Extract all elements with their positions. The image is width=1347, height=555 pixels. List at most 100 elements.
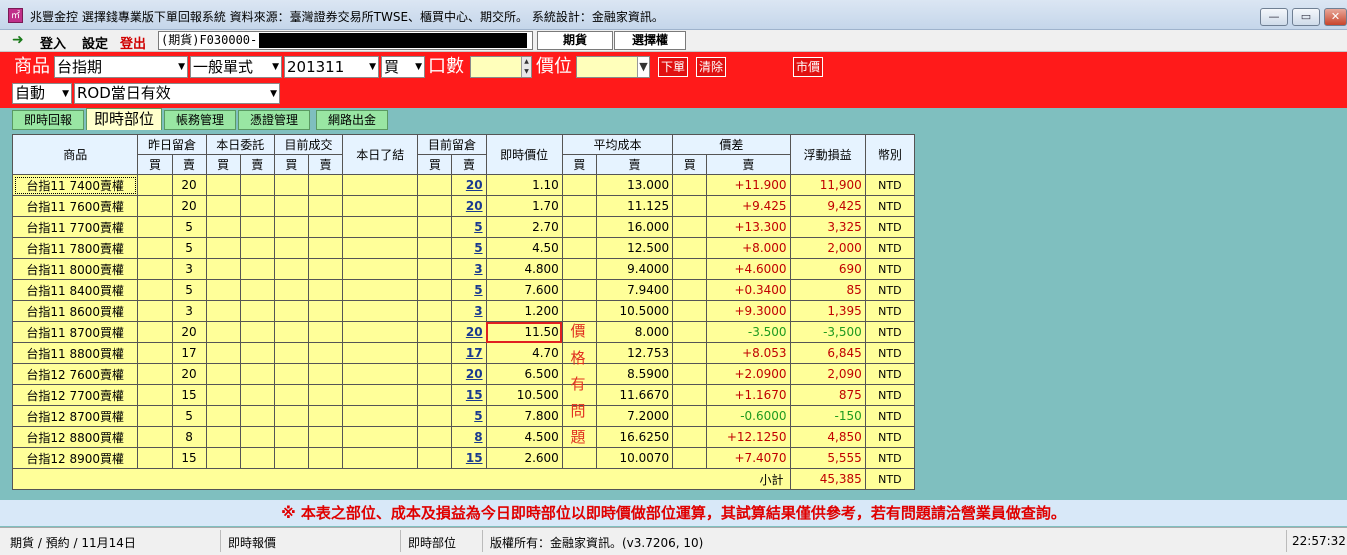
currency-cell: NTD (864, 279, 916, 301)
product-select[interactable]: 台指期 ▼ (54, 56, 188, 78)
price-label: 價位 (536, 56, 572, 77)
chevron-down-icon[interactable]: ▼ (637, 57, 649, 77)
product-cell[interactable]: 台指12 8800買權 (11, 426, 139, 448)
prev-buy-cell (137, 447, 173, 469)
order-type-select[interactable]: 一般單式 ▼ (190, 56, 282, 78)
login-menu[interactable]: 登入 (40, 33, 66, 52)
order-sell-cell (239, 384, 275, 406)
table-row[interactable]: 台指12 8900買權 15 15 2.600 10.0070 +7.4070 5,555 N… (11, 447, 916, 469)
table-row[interactable]: 台指11 8400買權 5 5 7.600 7.9400 +0.3400 85 NTD (11, 279, 916, 301)
pos-sell-cell[interactable]: 5 (451, 216, 487, 238)
order-buy-cell (205, 216, 241, 238)
tab-realtime-position[interactable]: 即時部位 (86, 108, 162, 130)
tab-realtime-report[interactable]: 即時回報 (12, 110, 84, 130)
table-row[interactable]: 台指11 8000賣權 3 3 4.800 9.4000 +4.6000 690 NTD (11, 258, 916, 280)
order-sell-cell (239, 321, 275, 343)
maximize-button[interactable]: ▭ (1292, 8, 1320, 26)
mode-select[interactable]: 自動 ▼ (12, 83, 72, 104)
fill-buy-cell (273, 279, 309, 301)
spinner-arrows-icon[interactable]: ▲ ▼ (521, 57, 531, 77)
price-cell: 11.50 (485, 321, 563, 343)
tab-account[interactable]: 帳務管理 (164, 110, 236, 130)
cost-buy-cell (561, 237, 597, 259)
time-in-force-select[interactable]: ROD當日有效 ▼ (74, 83, 280, 104)
table-row[interactable]: 台指12 8700買權 5 5 7.800 7.2000 -0.6000 -150 NTD (11, 405, 916, 427)
prev-buy-cell (137, 300, 173, 322)
pos-sell-cell[interactable]: 5 (451, 279, 487, 301)
table-row[interactable]: 台指12 7700賣權 15 15 10.500 11.6670 +1.1670 875 NT… (11, 384, 916, 406)
header-sell: 賣 (706, 154, 791, 175)
pos-sell-cell[interactable]: 15 (451, 384, 487, 406)
account-select[interactable]: (期貨)F030000- ▼ (158, 31, 533, 50)
header-product[interactable]: 商品 (11, 134, 139, 175)
pos-sell-cell[interactable]: 20 (451, 321, 487, 343)
side-select[interactable]: 買 ▼ (381, 56, 425, 78)
fill-sell-cell (307, 426, 344, 448)
pos-sell-cell[interactable]: 8 (451, 426, 487, 448)
product-cell[interactable]: 台指12 7700賣權 (11, 384, 139, 406)
product-cell[interactable]: 台指11 8600買權 (11, 300, 139, 322)
close-button[interactable]: ✕ (1324, 8, 1347, 26)
quantity-input[interactable]: ▲ ▼ (470, 56, 532, 78)
table-row[interactable]: 台指12 7600賣權 20 20 6.500 8.5900 +2.0900 2,090 NT… (11, 363, 916, 385)
table-row[interactable]: 台指11 7800賣權 5 5 4.50 12.500 +8.000 2,000 NTD (11, 237, 916, 259)
place-order-button[interactable]: 下單 (658, 57, 689, 77)
pos-sell-cell[interactable]: 3 (451, 300, 487, 322)
header-sell: 賣 (171, 154, 207, 175)
product-cell[interactable]: 台指12 7600賣權 (11, 363, 139, 385)
table-row[interactable]: 台指11 8600買權 3 3 1.200 10.5000 +9.3000 1,395 NTD (11, 300, 916, 322)
prev-sell-cell: 5 (171, 216, 207, 238)
pos-buy-cell (417, 216, 453, 238)
product-cell[interactable]: 台指12 8900買權 (11, 447, 139, 469)
today-close-cell (342, 447, 419, 469)
pos-sell-cell[interactable]: 20 (451, 363, 487, 385)
contract-month-select[interactable]: 201311 ▼ (284, 56, 379, 78)
product-cell[interactable]: 台指11 8000賣權 (11, 258, 139, 280)
pos-sell-cell[interactable]: 15 (451, 447, 487, 469)
logout-menu[interactable]: 登出 (120, 33, 146, 52)
pos-sell-cell[interactable]: 20 (451, 174, 487, 196)
product-cell[interactable]: 台指11 8700買權 (11, 321, 139, 343)
product-cell[interactable]: 台指11 8800買權 (11, 342, 139, 364)
status-separator (400, 530, 401, 552)
today-close-cell (342, 321, 419, 343)
pos-sell-cell[interactable]: 17 (451, 342, 487, 364)
pos-sell-cell[interactable]: 5 (451, 237, 487, 259)
prev-sell-cell: 17 (171, 342, 207, 364)
header-realtime-price: 即時價位 (485, 134, 563, 175)
chevron-down-icon[interactable]: ▼ (517, 33, 531, 48)
header-floating-pnl: 浮動損益 (789, 134, 866, 175)
price-input[interactable]: ▼ (576, 56, 650, 78)
table-row[interactable]: 台指11 8800買權 17 17 4.70 12.753 +8.053 6,845 NTD (11, 342, 916, 364)
pnl-cell: 1,395 (789, 300, 866, 322)
pos-sell-cell[interactable]: 20 (451, 195, 487, 217)
table-row[interactable]: 台指11 7400賣權 20 20 1.10 13.000 +11.900 11,900 NT… (11, 174, 916, 196)
table-row[interactable]: 台指12 8800買權 8 8 4.500 16.6250 +12.1250 4,850 NT… (11, 426, 916, 448)
product-cell[interactable]: 台指11 7400賣權 (11, 174, 139, 196)
cost-buy-cell (561, 174, 597, 196)
market-price-button[interactable]: 市價 (793, 57, 824, 77)
header-buy: 買 (561, 154, 597, 175)
table-row[interactable]: 台指11 7600賣權 20 20 1.70 11.125 +9.425 9,425 NTD (11, 195, 916, 217)
tab-withdrawal[interactable]: 網路出金 (316, 110, 388, 130)
prev-buy-cell (137, 279, 173, 301)
table-row[interactable]: 台指11 7700賣權 5 5 2.70 16.000 +13.300 3,325 NTD (11, 216, 916, 238)
pos-sell-cell[interactable]: 5 (451, 405, 487, 427)
clear-button[interactable]: 清除 (696, 57, 727, 77)
product-cell[interactable]: 台指12 8700買權 (11, 405, 139, 427)
settings-menu[interactable]: 設定 (82, 33, 108, 52)
pos-buy-cell (417, 195, 453, 217)
futures-tab[interactable]: 期貨 (537, 31, 613, 50)
pos-sell-cell[interactable]: 3 (451, 258, 487, 280)
product-cell[interactable]: 台指11 7700賣權 (11, 216, 139, 238)
options-tab[interactable]: 選擇權 (614, 31, 686, 50)
product-cell[interactable]: 台指11 7600賣權 (11, 195, 139, 217)
product-cell[interactable]: 台指11 8400買權 (11, 279, 139, 301)
fill-sell-cell (307, 321, 344, 343)
currency-cell: NTD (864, 195, 916, 217)
tab-certificate[interactable]: 憑證管理 (238, 110, 310, 130)
product-cell[interactable]: 台指11 7800賣權 (11, 237, 139, 259)
cost-sell-cell: 7.2000 (595, 405, 674, 427)
table-row[interactable]: 台指11 8700買權 20 20 11.50 8.000 -3.500 -3,500 NTD (11, 321, 916, 343)
minimize-button[interactable]: — (1260, 8, 1288, 26)
